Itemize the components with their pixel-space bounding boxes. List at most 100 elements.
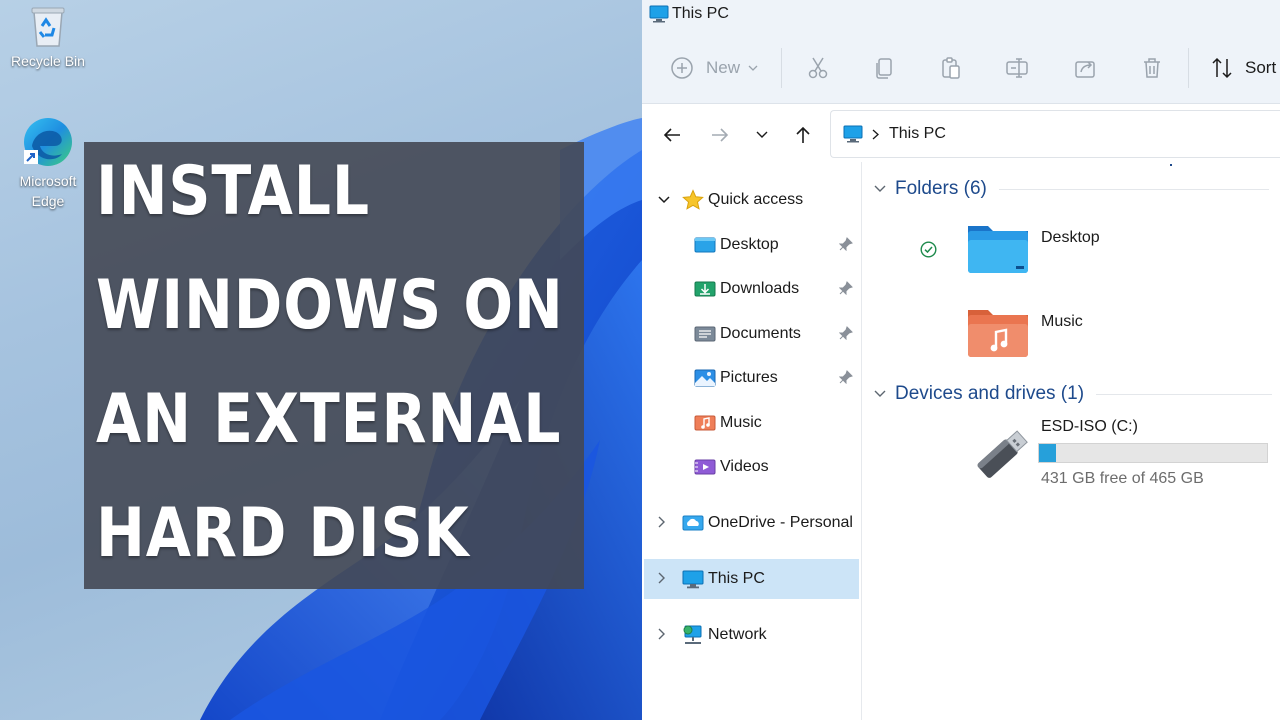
desktop: Recycle Bin Microsoft Edge INSTALL WINDO…	[0, 0, 642, 720]
documents-folder-icon	[694, 326, 716, 342]
pin-icon[interactable]	[839, 370, 853, 384]
folder-item-desktop[interactable]: Desktop	[966, 218, 1266, 278]
sync-status-icon	[920, 241, 937, 258]
arrow-left-icon	[663, 128, 680, 142]
chevron-right-icon	[658, 628, 665, 640]
up-button[interactable]	[791, 123, 815, 147]
title-line-3: AN EXTERNAL	[96, 380, 562, 459]
sort-icon	[1212, 57, 1232, 79]
new-button[interactable]: New	[670, 52, 758, 84]
sort-button[interactable]: Sort	[1210, 52, 1276, 84]
sidebar-item-videos[interactable]: Videos	[644, 447, 859, 487]
delete-icon	[1144, 58, 1160, 78]
pin-icon[interactable]	[839, 237, 853, 251]
window-title: This PC	[672, 5, 729, 22]
pictures-folder-icon	[694, 369, 716, 387]
sidebar-item-music[interactable]: Music	[644, 403, 859, 443]
toolbar-separator	[781, 48, 782, 88]
desktop-icon-edge[interactable]: Microsoft Edge	[6, 116, 90, 211]
forward-button[interactable]	[708, 123, 732, 147]
arrow-right-icon	[712, 128, 729, 142]
monitor-icon	[649, 5, 669, 23]
edge-icon	[24, 118, 72, 166]
cut-icon	[808, 57, 828, 79]
sidebar-item-pictures[interactable]: Pictures	[644, 358, 859, 398]
pin-icon[interactable]	[839, 326, 853, 340]
onedrive-folder-icon	[682, 515, 704, 531]
share-icon	[1075, 61, 1095, 78]
chevron-down-icon	[874, 390, 886, 397]
drive-free-space: 431 GB free of 465 GB	[1041, 470, 1204, 487]
chevron-down-icon	[756, 131, 768, 138]
sidebar-item-downloads[interactable]: Downloads	[644, 269, 859, 309]
sidebar-item-desktop[interactable]: Desktop	[644, 225, 859, 265]
chevron-right-icon	[658, 516, 665, 528]
sidebar-item-label: Quick access	[708, 191, 804, 208]
group-header-label: Devices and drives (1)	[895, 383, 1085, 404]
music-folder-icon	[694, 415, 716, 431]
share-button[interactable]	[1073, 52, 1097, 84]
title-line-2: WINDOWS ON	[96, 266, 564, 345]
sidebar-item-label: Videos	[720, 458, 769, 475]
chevron-down-icon	[874, 185, 886, 192]
sort-label: Sort	[1245, 58, 1277, 77]
desktop-icon-recycle-bin[interactable]: Recycle Bin	[6, 4, 90, 71]
folder-name: Music	[1041, 313, 1083, 330]
sidebar-item-label: Music	[720, 414, 762, 431]
sidebar-item-label: Documents	[720, 325, 801, 342]
recent-locations-button[interactable]	[750, 123, 774, 147]
chevron-down-icon	[748, 65, 758, 71]
music-folder-icon	[968, 310, 1028, 357]
group-header-devices-and-drives[interactable]: Devices and drives (1)	[874, 383, 1273, 405]
recycle-bin-icon	[31, 7, 65, 47]
sidebar-item-label: Pictures	[720, 369, 778, 386]
sidebar-item-documents[interactable]: Documents	[644, 314, 859, 354]
paste-button[interactable]	[939, 52, 963, 84]
paste-icon	[942, 57, 960, 79]
new-icon	[671, 57, 693, 79]
back-button[interactable]	[660, 123, 684, 147]
content-pane: Folders (6) Desktop Music Devices and dr…	[862, 162, 1280, 720]
sidebar-item-quick-access[interactable]: Quick access	[644, 180, 859, 220]
star-icon	[682, 189, 704, 210]
chevron-right-icon	[658, 572, 665, 584]
group-divider	[1096, 393, 1273, 395]
chevron-right-icon	[872, 129, 879, 140]
group-divider	[998, 188, 1269, 190]
drive-name: ESD-ISO (C:)	[1041, 418, 1138, 435]
group-header-folders[interactable]: Folders (6)	[874, 178, 1269, 200]
rename-button[interactable]	[1005, 52, 1029, 84]
desktop-folder-icon	[694, 237, 716, 253]
cut-button[interactable]	[806, 52, 830, 84]
folder-item-music[interactable]: Music	[966, 302, 1266, 362]
breadcrumb-this-pc[interactable]: This PC	[889, 125, 946, 143]
sidebar-item-label: This PC	[708, 570, 765, 587]
new-label: New	[706, 58, 741, 77]
copy-button[interactable]	[872, 52, 896, 84]
desktop-folder-icon	[968, 226, 1028, 273]
sidebar-item-label: Desktop	[720, 236, 779, 253]
copy-icon	[876, 58, 892, 79]
title-overlay: INSTALL WINDOWS ON AN EXTERNAL HARD DISK	[84, 142, 584, 589]
file-explorer-window: This PC New Sort This PC Quick access De…	[642, 0, 1280, 720]
address-bar[interactable]: This PC	[830, 110, 1280, 158]
folder-name: Desktop	[1041, 229, 1100, 246]
dot-artifact	[1170, 164, 1172, 166]
title-line-1: INSTALL	[96, 152, 370, 231]
chevron-down-icon	[658, 196, 670, 204]
title-line-4: HARD DISK	[96, 494, 470, 573]
sidebar-item-label: Network	[708, 626, 767, 643]
usb-drive-icon	[977, 430, 1028, 478]
pin-icon[interactable]	[839, 281, 853, 295]
group-header-label: Folders (6)	[895, 178, 987, 199]
edge-label: Microsoft Edge	[19, 173, 77, 209]
sidebar-item-onedrive[interactable]: OneDrive - Personal	[644, 503, 859, 543]
sidebar-item-this-pc[interactable]: This PC	[644, 559, 859, 599]
sidebar-item-network[interactable]: Network	[644, 615, 859, 655]
drive-usage-bar	[1038, 443, 1268, 463]
command-bar: New Sort	[642, 30, 1280, 104]
toolbar-separator	[1188, 48, 1189, 88]
delete-button[interactable]	[1140, 52, 1164, 84]
arrow-up-icon	[796, 126, 810, 143]
network-icon	[683, 625, 702, 644]
